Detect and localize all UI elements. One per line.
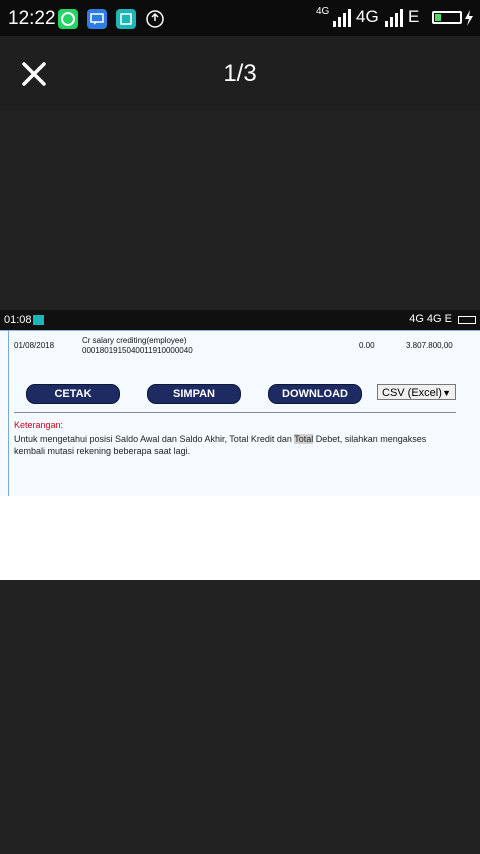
download-button[interactable]: DOWNLOAD [268,384,362,404]
embedded-status-bar: 01:08 4G 4G E [0,310,480,330]
upload-icon [145,9,165,29]
status-time: 12:22 [8,8,56,29]
message-icon [87,9,107,29]
highlighted-word: Total [294,434,314,444]
mutation-page: 01/08/2018 Cr salary crediting(employee)… [0,330,480,496]
left-border [8,330,9,496]
chevron-down-icon: ▼ [442,388,451,398]
battery-icon [432,11,462,24]
format-select-value: CSV (Excel) [382,387,442,399]
viewer-header: 1/3 [0,36,480,110]
signal-icon [333,9,351,27]
network-type: 4G [356,7,379,26]
screenshot-image[interactable]: 01:08 4G 4G E 01/08/2018 Cr salary credi… [0,310,480,580]
transaction-date: 01/08/2018 [14,341,55,350]
embedded-screenshot-icon [33,315,44,325]
embedded-battery-icon [458,316,476,324]
network-type-2: E [408,7,420,26]
print-button[interactable]: CETAK [26,384,120,404]
transaction-reference: 0001801915040011910000040 [82,346,193,355]
signal-icon-2 [385,9,403,27]
table-border [0,330,480,331]
screenshot-icon [116,9,136,29]
embedded-network: 4G 4G E [409,313,452,325]
embedded-status-time: 01:08 [4,314,32,326]
whatsapp-icon [58,9,78,29]
transaction-description: Cr salary crediting(employee) [82,336,187,345]
note-title: Keterangan: [14,420,64,430]
divider [14,412,456,413]
format-select[interactable]: CSV (Excel) ▼ [377,384,456,400]
status-bar: 12:22 4G 4G E [0,0,480,36]
note-text-line2: kembali mutasi rekening beberapa saat la… [14,446,191,456]
network-type-small: 4G [316,6,330,17]
save-button[interactable]: SIMPAN [147,384,241,404]
transaction-credit: 3.807.800,00 [406,341,453,350]
charging-icon [465,10,473,26]
page-indicator: 1/3 [223,60,257,87]
note-text-line1: Untuk mengetahui posisi Saldo Awal dan S… [14,434,427,444]
transaction-debit: 0.00 [359,341,375,350]
